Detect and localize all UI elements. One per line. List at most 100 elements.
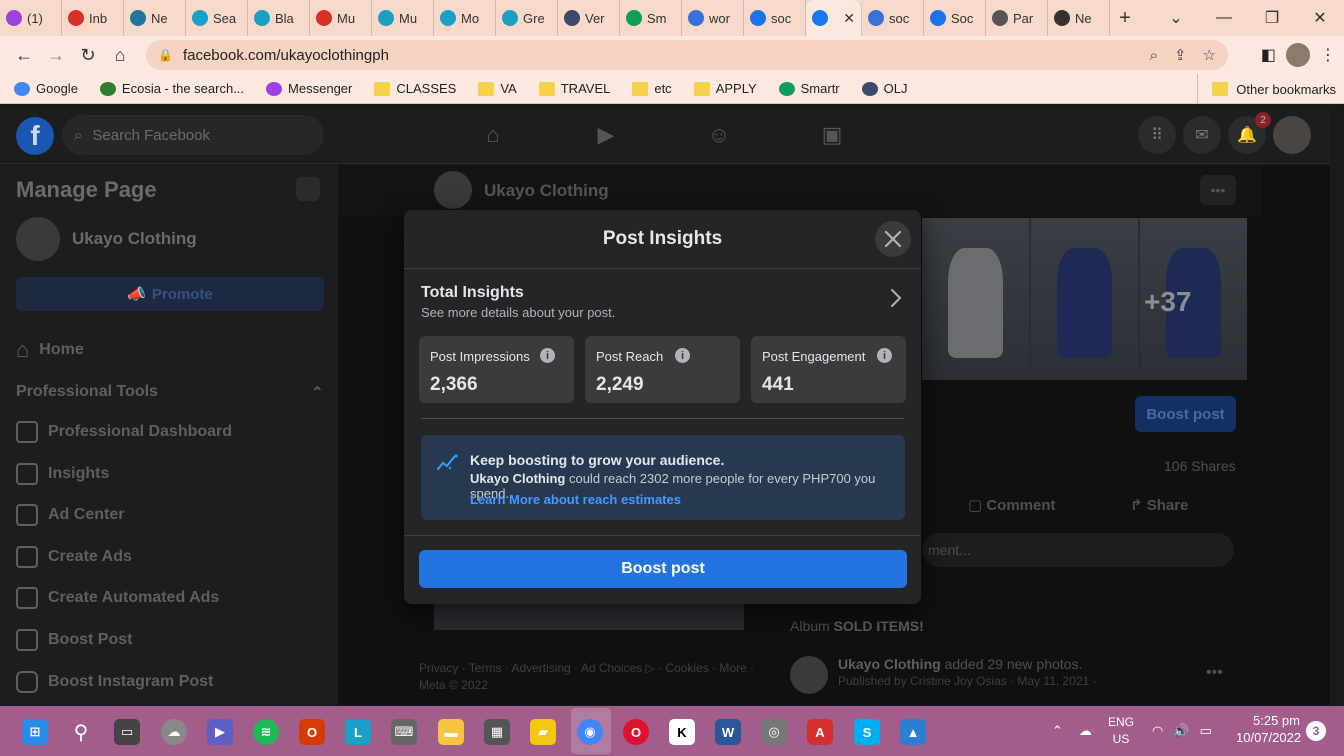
bookmark-item[interactable]: VA <box>478 81 517 96</box>
sidepanel-icon[interactable]: ◧ <box>1261 45 1276 65</box>
photo-thumbnail[interactable] <box>922 218 1029 380</box>
reload-button[interactable]: ↻ <box>72 39 104 71</box>
bookmark-item[interactable]: OLJ <box>861 81 907 96</box>
close-tab-icon[interactable]: ✕ <box>843 10 855 27</box>
bookmark-item[interactable]: etc <box>632 81 672 96</box>
account-avatar[interactable] <box>1273 116 1311 154</box>
sidebar-item[interactable]: Boost Instagram Post <box>16 670 213 693</box>
professional-tools-header[interactable]: Professional Tools ⌃ <box>16 383 324 402</box>
spotify-icon[interactable]: ≋ <box>253 719 279 745</box>
shares-count[interactable]: 106 Shares <box>1164 458 1236 474</box>
kanban-app-icon[interactable]: K <box>669 719 695 745</box>
word-icon[interactable]: W <box>715 719 741 745</box>
back-button[interactable]: ← <box>8 39 40 71</box>
acrobat-icon[interactable]: A <box>807 719 833 745</box>
tab-search-icon[interactable]: ⌄ <box>1152 0 1200 36</box>
browser-tab[interactable]: wor <box>682 0 744 36</box>
watch-nav-icon[interactable]: ▶ <box>591 120 621 150</box>
browser-tab[interactable]: Ne <box>1048 0 1110 36</box>
chevron-up-tray-icon[interactable]: ⌃ <box>1052 723 1063 739</box>
restore-button[interactable]: ❐ <box>1248 0 1296 36</box>
metric-card-impressions[interactable]: Post Impressions i 2,366 <box>419 336 574 403</box>
metric-card-reach[interactable]: Post Reach i 2,249 <box>585 336 740 403</box>
page-switcher[interactable]: Ukayo Clothing <box>16 217 197 261</box>
forward-button[interactable]: → <box>40 39 72 71</box>
album-name[interactable]: SOLD ITEMS! <box>834 618 924 634</box>
teams-chat-icon[interactable]: ▶ <box>207 719 233 745</box>
browser-tab[interactable]: Gre <box>496 0 558 36</box>
file-explorer-icon[interactable]: ▬ <box>438 719 464 745</box>
office-icon[interactable]: O <box>299 719 325 745</box>
groups-nav-icon[interactable]: ☺ <box>704 120 734 150</box>
browser-tab[interactable]: Par <box>986 0 1048 36</box>
browser-tab[interactable]: Sea <box>186 0 248 36</box>
photo-thumbnail[interactable] <box>1031 218 1138 380</box>
photos-icon[interactable]: ▲ <box>900 719 926 745</box>
metric-card-engagement[interactable]: Post Engagement i 441 <box>751 336 906 403</box>
typewriter-app-icon[interactable]: ⌨ <box>391 719 417 745</box>
boost-post-button[interactable]: Boost post <box>419 550 907 588</box>
comment-input[interactable]: ment... <box>922 533 1234 567</box>
zoom-icon[interactable]: ⌕ <box>1150 47 1158 64</box>
browser-tab[interactable]: soc <box>744 0 806 36</box>
chevron-right-icon[interactable] <box>886 288 906 308</box>
menu-grid-icon[interactable]: ⠿ <box>1138 116 1176 154</box>
browser-tab[interactable]: soc <box>862 0 924 36</box>
browser-tab[interactable]: Mu <box>310 0 372 36</box>
camera-icon[interactable]: ◎ <box>761 719 787 745</box>
clock[interactable]: 5:25 pm 10/07/2022 <box>1236 712 1301 746</box>
weather-widget-icon[interactable]: ☁ <box>161 719 187 745</box>
other-bookmarks[interactable]: Other bookmarks <box>1197 74 1336 104</box>
info-icon[interactable]: i <box>540 348 555 363</box>
promote-button[interactable]: 📣 Promote <box>16 277 324 311</box>
sidebar-item[interactable]: Create Automated Ads <box>16 587 219 610</box>
bookmark-item[interactable]: Google <box>14 81 78 96</box>
bookmark-item[interactable]: Ecosia - the search... <box>99 81 244 96</box>
task-view-icon[interactable]: ▭ <box>114 719 140 745</box>
browser-tab[interactable]: Mo <box>434 0 496 36</box>
browser-tab[interactable]: Inb <box>62 0 124 36</box>
browser-tab[interactable]: Bla <box>248 0 310 36</box>
close-window-button[interactable]: ✕ <box>1296 0 1344 36</box>
messenger-button-icon[interactable]: ✉ <box>1183 116 1221 154</box>
notification-center-badge[interactable]: 3 <box>1306 721 1326 741</box>
home-nav-icon[interactable]: ⌂ <box>478 120 508 150</box>
sidebar-item-home[interactable]: ⌂ Home <box>16 337 84 363</box>
volume-icon[interactable]: 🔊 <box>1173 723 1189 739</box>
profile-avatar[interactable] <box>1286 43 1310 67</box>
bookmark-item[interactable]: Smartr <box>778 81 840 96</box>
collapse-sidebar-button[interactable] <box>296 177 320 201</box>
start-menu-icon[interactable]: ⊞ <box>22 719 48 745</box>
browser-tab[interactable]: Mu <box>372 0 434 36</box>
sidebar-item[interactable]: Ad Center <box>16 504 124 527</box>
info-icon[interactable]: i <box>877 348 892 363</box>
bookmark-item[interactable]: TRAVEL <box>538 81 610 96</box>
browser-tab[interactable]: Soc <box>924 0 986 36</box>
sidebar-item[interactable]: Boost Post <box>16 629 132 651</box>
comment-button[interactable]: ▢ Comment <box>968 496 1056 514</box>
wifi-icon[interactable]: ◠ <box>1152 723 1163 739</box>
url-input[interactable]: 🔒 facebook.com/ukayoclothingph ⌕ ⇪ ☆ <box>146 40 1228 70</box>
facebook-logo[interactable]: f <box>16 117 54 155</box>
more-options-button[interactable]: ••• <box>1200 175 1236 205</box>
post-options-icon[interactable]: ••• <box>1206 664 1223 682</box>
bookmark-star-icon[interactable]: ☆ <box>1203 46 1216 64</box>
bookmark-item[interactable]: CLASSES <box>374 81 456 96</box>
facebook-search-input[interactable]: ⌕ Search Facebook <box>62 115 324 155</box>
more-photos-count[interactable]: +37 <box>1144 286 1192 318</box>
opera-icon[interactable]: O <box>623 719 649 745</box>
skype-icon[interactable]: S <box>854 719 880 745</box>
bookmark-item[interactable]: APPLY <box>693 81 757 96</box>
browser-tab[interactable]: ✕ <box>806 0 862 36</box>
browser-tab[interactable]: Ne <box>124 0 186 36</box>
menu-kebab-icon[interactable]: ⋮ <box>1320 45 1336 65</box>
learn-more-link[interactable]: Learn More about reach estimates <box>470 492 681 507</box>
chrome-icon[interactable]: ◉ <box>577 719 603 745</box>
info-icon[interactable]: i <box>675 348 690 363</box>
search-taskbar-icon[interactable]: ⚲ <box>68 719 94 745</box>
battery-icon[interactable]: ▭ <box>1200 723 1212 739</box>
close-dialog-button[interactable] <box>875 221 911 257</box>
minimize-button[interactable]: — <box>1200 0 1248 36</box>
calculator-icon[interactable]: ▦ <box>484 719 510 745</box>
gaming-nav-icon[interactable]: ▣ <box>817 120 847 150</box>
